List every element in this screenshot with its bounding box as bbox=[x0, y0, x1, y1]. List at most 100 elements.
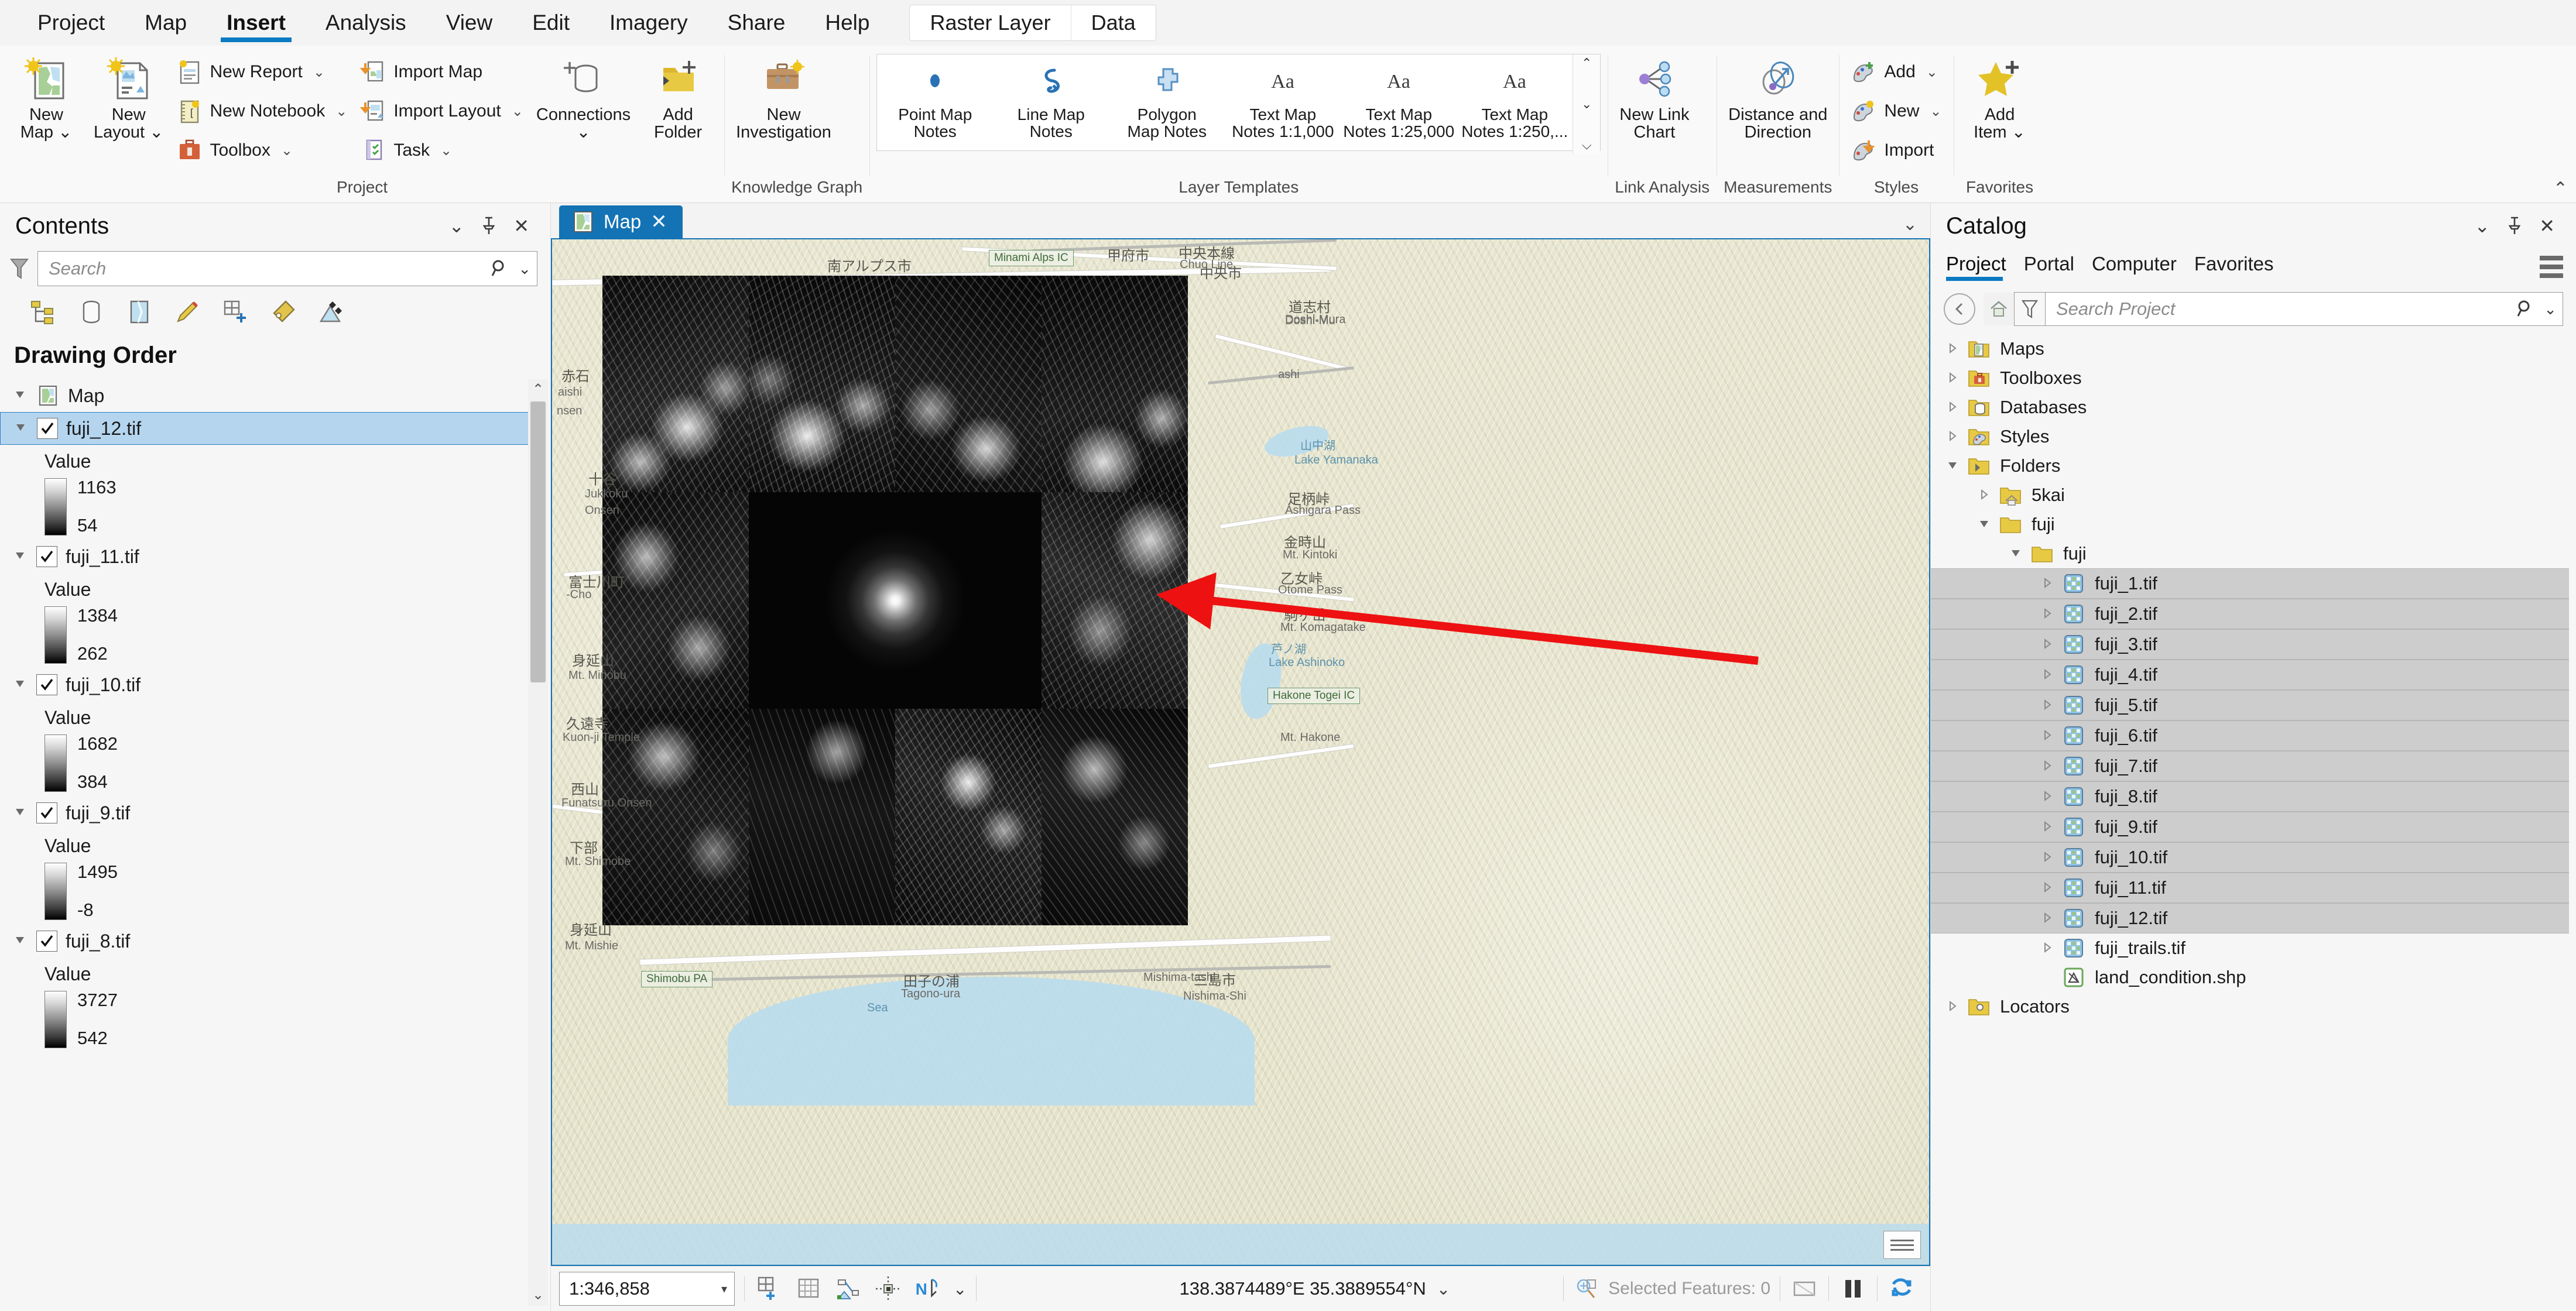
ribbon-tab-share[interactable]: Share bbox=[708, 0, 806, 46]
import-map-button[interactable]: Import Map bbox=[355, 55, 528, 89]
catalog-search-box[interactable]: ⌄ bbox=[2046, 292, 2563, 326]
point-map-notes-template[interactable]: Point Map Notes bbox=[877, 54, 993, 140]
expand-triangle-icon[interactable] bbox=[2041, 637, 2055, 651]
ribbon-tab-analysis[interactable]: Analysis bbox=[306, 0, 426, 46]
expand-triangle-icon[interactable] bbox=[2041, 881, 2055, 895]
expand-triangle-icon[interactable] bbox=[15, 421, 30, 436]
catalog-tree-item-fuji-9-tif[interactable]: fuji_9.tif bbox=[1931, 812, 2569, 842]
map-scale-selector[interactable]: 1:346,858 ▾ bbox=[559, 1272, 735, 1306]
catalog-tree-item-fuji-10-tif[interactable]: fuji_10.tif bbox=[1931, 842, 2569, 873]
expand-triangle-icon[interactable] bbox=[1946, 1000, 1960, 1014]
contents-menu-caret-icon[interactable]: ⌄ bbox=[440, 215, 472, 237]
list-by-diagram-icon[interactable] bbox=[315, 296, 348, 328]
ribbon-tab-raster-layer[interactable]: Raster Layer bbox=[910, 5, 1070, 40]
expand-triangle-icon[interactable] bbox=[2041, 820, 2055, 834]
catalog-tree-item-folders[interactable]: Folders bbox=[1931, 451, 2576, 481]
list-by-labeling-icon[interactable] bbox=[267, 296, 300, 328]
layer-visibility-checkbox[interactable] bbox=[37, 418, 58, 439]
ribbon-tab-insert[interactable]: Insert bbox=[207, 0, 306, 46]
catalog-tree-item-5kai[interactable]: 5kai bbox=[1931, 481, 2576, 510]
list-by-data-source-icon[interactable] bbox=[75, 296, 108, 328]
expand-triangle-icon[interactable] bbox=[2041, 850, 2055, 864]
expand-triangle-icon[interactable] bbox=[2041, 698, 2055, 712]
contents-map-node[interactable]: Map bbox=[0, 379, 550, 412]
expand-triangle-icon[interactable] bbox=[14, 934, 29, 949]
catalog-tree-item-databases[interactable]: Databases bbox=[1931, 393, 2576, 422]
map-view-tab[interactable]: Map ✕ bbox=[559, 205, 683, 238]
search-icon[interactable] bbox=[490, 259, 510, 279]
status-tools-caret-icon[interactable]: ⌄ bbox=[953, 1279, 967, 1299]
expand-triangle-icon[interactable] bbox=[14, 388, 29, 403]
catalog-tree-item-land-condition-shp[interactable]: land_condition.shp bbox=[1931, 963, 2576, 992]
catalog-tree-item-fuji-11-tif[interactable]: fuji_11.tif bbox=[1931, 873, 2569, 903]
map-canvas[interactable]: Minami Alps IC 中央市 南アルプス市 甲府市 赤石 aishi nsen 十谷 J… bbox=[551, 238, 1930, 1266]
expand-triangle-icon[interactable] bbox=[2041, 790, 2055, 804]
chevron-down-icon[interactable]: ⌄ bbox=[1930, 103, 1941, 120]
ribbon-tab-project[interactable]: Project bbox=[18, 0, 125, 46]
extent-icon[interactable] bbox=[1790, 1274, 1819, 1303]
expand-triangle-icon[interactable] bbox=[14, 549, 29, 564]
expand-triangle-icon[interactable] bbox=[2041, 607, 2055, 621]
expand-triangle-icon[interactable] bbox=[2041, 759, 2055, 773]
new-notebook-button[interactable]: [ New Notebook ⌄ bbox=[172, 94, 352, 128]
contents-vertical-scrollbar[interactable]: ⌃ ⌄ bbox=[528, 379, 548, 1306]
chevron-down-icon[interactable]: ▾ bbox=[721, 1282, 727, 1296]
expand-triangle-icon[interactable] bbox=[1946, 371, 1960, 385]
catalog-tree-item-fuji-12-tif[interactable]: fuji_12.tif bbox=[1931, 903, 2569, 934]
collapse-triangle-icon[interactable] bbox=[2009, 547, 2023, 561]
expand-triangle-icon[interactable] bbox=[1946, 342, 1960, 356]
ribbon-collapse-icon[interactable]: ⌃ bbox=[2553, 179, 2568, 199]
list-by-drawing-order-icon[interactable] bbox=[27, 296, 60, 328]
expand-triangle-icon[interactable] bbox=[2041, 941, 2055, 955]
chevron-down-icon[interactable]: ⌄ bbox=[281, 142, 293, 159]
gallery-scrollbar[interactable]: ⌃ ⌄ ⌵ bbox=[1573, 54, 1601, 154]
map-tab-close-icon[interactable]: ✕ bbox=[650, 212, 667, 232]
task-button[interactable]: Task ⌄ bbox=[355, 133, 528, 167]
expand-triangle-icon[interactable] bbox=[2041, 576, 2055, 591]
distance-and-direction-button[interactable]: Distance and Direction bbox=[1724, 50, 1832, 143]
catalog-tree-item-fuji[interactable]: fuji bbox=[1931, 539, 2576, 568]
snapping-icon[interactable] bbox=[834, 1274, 863, 1303]
text-map-notes-1000-template[interactable]: Aa Text Map Notes 1:1,000 bbox=[1225, 54, 1341, 140]
catalog-close-icon[interactable]: ✕ bbox=[2531, 215, 2563, 237]
north-arrow-icon[interactable]: N bbox=[913, 1274, 943, 1303]
contents-search-input[interactable] bbox=[47, 258, 491, 280]
scroll-up-icon[interactable]: ⌃ bbox=[532, 379, 544, 400]
polygon-map-notes-template[interactable]: Polygon Map Notes bbox=[1109, 54, 1225, 140]
catalog-tab-computer[interactable]: Computer bbox=[2092, 253, 2177, 281]
layer-visibility-checkbox[interactable] bbox=[36, 546, 57, 567]
gallery-scroll-down-icon[interactable]: ⌄ bbox=[1581, 98, 1592, 111]
import-layout-button[interactable]: Import Layout ⌄ bbox=[355, 94, 528, 128]
catalog-tab-portal[interactable]: Portal bbox=[2024, 253, 2074, 281]
catalog-tree-item-locators[interactable]: Locators bbox=[1931, 992, 2576, 1021]
gallery-expand-icon[interactable]: ⌵ bbox=[1582, 139, 1592, 152]
select-features-icon[interactable] bbox=[1573, 1275, 1600, 1302]
map-panel-collapse-icon[interactable]: ⌄ bbox=[1903, 214, 1917, 235]
contents-layer-fuji-12[interactable]: fuji_12.tif bbox=[0, 412, 541, 445]
add-item-button[interactable]: Add Item ⌄ bbox=[1961, 50, 2039, 143]
expand-triangle-icon[interactable] bbox=[14, 677, 29, 692]
catalog-tree-item-toolboxes[interactable]: Toolboxes bbox=[1931, 363, 2576, 393]
pause-drawing-icon[interactable] bbox=[1838, 1274, 1868, 1303]
gallery-scroll-up-icon[interactable]: ⌃ bbox=[1581, 57, 1592, 70]
new-layout-button[interactable]: New Layout ⌄ bbox=[89, 50, 168, 143]
toolbox-button[interactable]: Toolbox ⌄ bbox=[172, 133, 352, 167]
contents-pin-icon[interactable] bbox=[472, 217, 505, 235]
catalog-menu-caret-icon[interactable]: ⌄ bbox=[2466, 215, 2498, 237]
contents-layer-fuji-11[interactable]: fuji_11.tif bbox=[0, 540, 550, 573]
expand-triangle-icon[interactable] bbox=[1946, 400, 1960, 414]
expand-triangle-icon[interactable] bbox=[1978, 488, 1992, 502]
coordinates-caret-icon[interactable]: ⌄ bbox=[1437, 1279, 1450, 1299]
expand-triangle-icon[interactable] bbox=[2041, 729, 2055, 743]
add-folder-button[interactable]: Add Folder bbox=[639, 50, 717, 143]
chevron-down-icon[interactable]: ⌄ bbox=[512, 103, 523, 120]
catalog-tree-item-fuji-4-tif[interactable]: fuji_4.tif bbox=[1931, 660, 2569, 690]
measure-icon[interactable] bbox=[873, 1274, 903, 1303]
ribbon-tab-help[interactable]: Help bbox=[805, 0, 889, 46]
list-by-selection-icon[interactable] bbox=[123, 296, 156, 328]
catalog-tree-item-maps[interactable]: Maps bbox=[1931, 334, 2576, 363]
chevron-down-icon[interactable]: ⌄ bbox=[1926, 64, 1938, 81]
list-by-editing-icon[interactable] bbox=[171, 296, 204, 328]
contents-search-caret-icon[interactable]: ⌄ bbox=[510, 260, 531, 278]
catalog-tree-item-styles[interactable]: Styles bbox=[1931, 422, 2576, 451]
